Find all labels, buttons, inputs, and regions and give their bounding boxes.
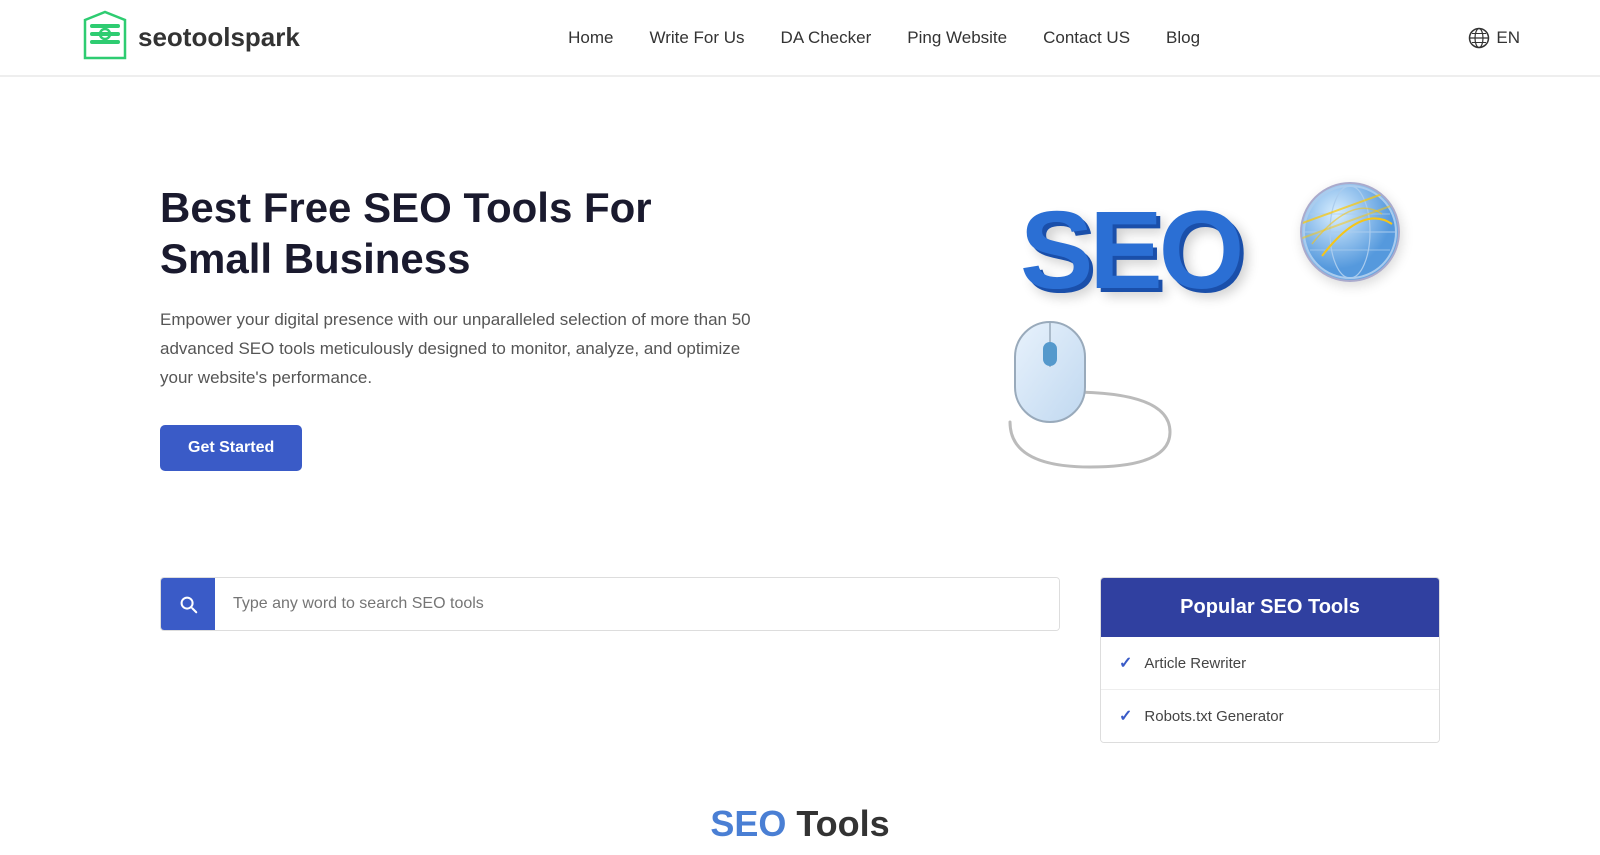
popular-tools-header: Popular SEO Tools [1101, 578, 1439, 637]
nav-ping-website[interactable]: Ping Website [907, 28, 1007, 48]
check-icon-1: ✓ [1119, 653, 1132, 673]
hero-content: Best Free SEO Tools For Small Business E… [160, 183, 760, 470]
lang-label: EN [1496, 28, 1520, 48]
hero-image: SEO [940, 152, 1440, 502]
get-started-button[interactable]: Get Started [160, 425, 302, 471]
search-input[interactable] [215, 578, 1059, 630]
popular-tools-panel: Popular SEO Tools ✓ Article Rewriter ✓ R… [1100, 577, 1440, 743]
nav-write-for-us[interactable]: Write For Us [649, 28, 744, 48]
nav-contact-us[interactable]: Contact US [1043, 28, 1130, 48]
seo-illustration: SEO [960, 167, 1420, 487]
mouse-illustration [990, 312, 1190, 477]
nav-links: Home Write For Us DA Checker Ping Websit… [568, 28, 1200, 48]
logo-text: seotoolspark [138, 22, 300, 53]
tools-heading-colored: SEO [710, 803, 786, 844]
seo-text-3d: SEO [1020, 187, 1240, 314]
language-selector[interactable]: EN [1468, 27, 1520, 49]
hero-description: Empower your digital presence with our u… [160, 306, 760, 393]
logo-link[interactable]: seotoolspark [80, 10, 300, 65]
popular-item-robots-txt[interactable]: ✓ Robots.txt Generator [1101, 690, 1439, 742]
globe-icon [1468, 27, 1490, 49]
hero-section: Best Free SEO Tools For Small Business E… [0, 77, 1600, 557]
popular-item-article-rewriter[interactable]: ✓ Article Rewriter [1101, 637, 1439, 690]
hero-title: Best Free SEO Tools For Small Business [160, 183, 760, 284]
tools-heading: SEO Tools [0, 783, 1600, 855]
search-button[interactable] [161, 578, 215, 630]
search-icon [177, 593, 199, 615]
logo-icon [80, 10, 130, 65]
search-section: Popular SEO Tools ✓ Article Rewriter ✓ R… [0, 557, 1600, 783]
nav-da-checker[interactable]: DA Checker [781, 28, 872, 48]
check-icon-2: ✓ [1119, 706, 1132, 726]
tools-heading-plain: Tools [786, 803, 889, 844]
search-bar [160, 577, 1060, 631]
nav-home[interactable]: Home [568, 28, 613, 48]
navbar: seotoolspark Home Write For Us DA Checke… [0, 0, 1600, 76]
nav-blog[interactable]: Blog [1166, 28, 1200, 48]
globe-illustration [1300, 182, 1400, 282]
